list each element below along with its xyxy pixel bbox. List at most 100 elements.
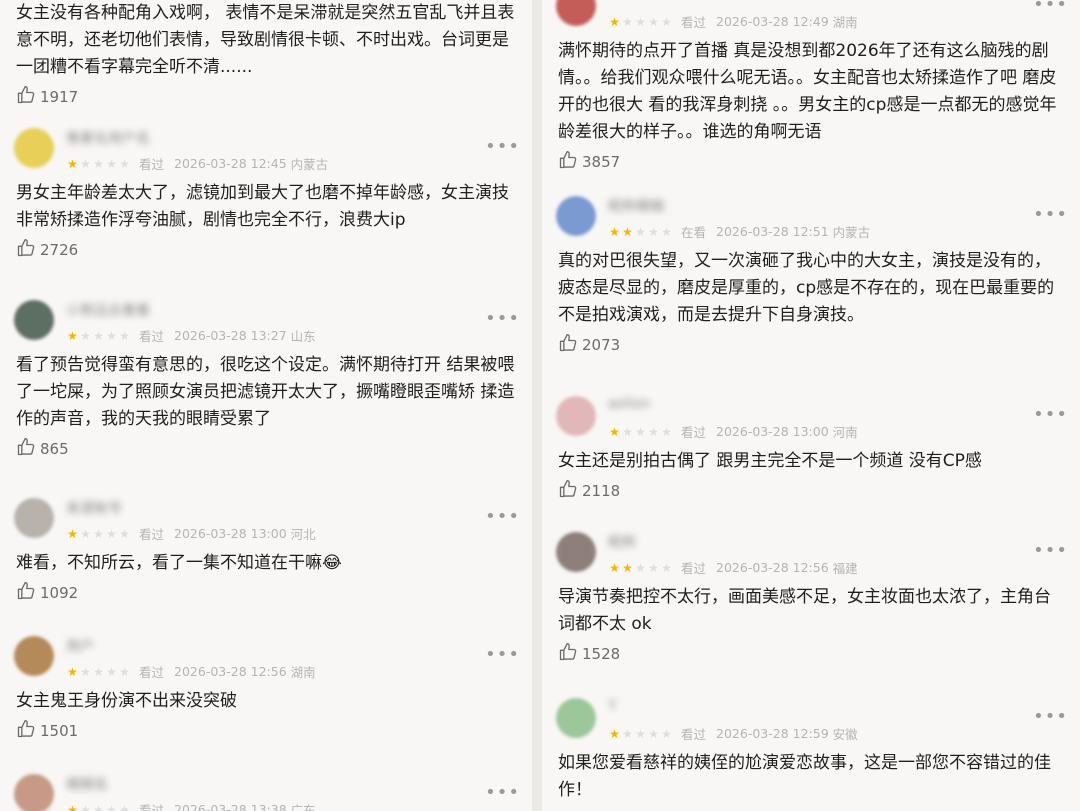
more-dots-icon[interactable]: ••• bbox=[485, 506, 520, 527]
comment-meta: ★ ★ ★ ★ ★ 在看 2026-03-28 12:51 内蒙古 bbox=[608, 222, 870, 241]
like-button[interactable]: 1092 bbox=[16, 581, 78, 605]
star-icon: ★ bbox=[119, 328, 130, 343]
more-dots-icon[interactable]: ••• bbox=[485, 136, 520, 157]
username[interactable]: Y bbox=[608, 698, 617, 714]
comment-item: 模糊名 ★ ★ ★ ★ ★ 看过 2026-03-28 13:38 广东 ••• bbox=[0, 766, 532, 811]
comment-header: 模糊名 ★ ★ ★ ★ ★ 看过 2026-03-28 13:38 广东 ••• bbox=[0, 766, 532, 811]
rating-stars: ★ ★ ★ ★ ★ bbox=[66, 804, 131, 811]
like-button[interactable]: 2118 bbox=[558, 479, 620, 503]
username[interactable]: 来源账号 bbox=[66, 498, 122, 518]
star-icon: ★ bbox=[635, 560, 646, 575]
watch-status: 看过 bbox=[681, 425, 707, 440]
thumbs-up-icon bbox=[558, 333, 582, 357]
star-icon: ★ bbox=[661, 14, 672, 29]
watch-status: 看过 bbox=[681, 15, 707, 30]
star-icon: ★ bbox=[609, 424, 620, 439]
comment-item: 女主没有各种配角入戏啊， 表情不是呆滞就是突然五官乱飞并且表意不明，还老切他们表… bbox=[0, 0, 532, 109]
avatar[interactable] bbox=[556, 0, 596, 26]
more-dots-icon[interactable]: ••• bbox=[485, 644, 520, 665]
rating-stars: ★ ★ ★ ★ ★ bbox=[608, 226, 673, 238]
username[interactable]: 小熊远去看看 bbox=[66, 300, 150, 320]
timestamp: 2026-03-28 12:59 bbox=[716, 726, 829, 741]
comment-header: ★ ★ ★ ★ ★ 看过 2026-03-28 12:49 湖南 ••• bbox=[542, 0, 1080, 38]
rating-stars: ★ ★ ★ ★ ★ bbox=[66, 158, 131, 170]
like-count: 1501 bbox=[40, 722, 79, 740]
comment-meta: ★ ★ ★ ★ ★ 看过 2026-03-28 12:56 湖南 bbox=[66, 662, 316, 681]
comment-item: 用户 ★ ★ ★ ★ ★ 看过 2026-03-28 12:56 湖南 ••• 女主鬼王身份演不出来… bbox=[0, 628, 532, 743]
like-count: 865 bbox=[40, 440, 69, 458]
more-dots-icon[interactable]: ••• bbox=[1033, 706, 1068, 727]
star-icon: ★ bbox=[119, 526, 130, 541]
comment-header: 小熊远去看看 ★ ★ ★ ★ ★ 看过 2026-03-28 13:27 山东 ••• bbox=[0, 292, 532, 352]
avatar[interactable] bbox=[556, 196, 596, 236]
star-icon: ★ bbox=[622, 726, 633, 741]
like-button[interactable]: 1528 bbox=[558, 642, 620, 666]
username[interactable]: aolion bbox=[608, 396, 650, 412]
avatar[interactable] bbox=[556, 698, 596, 738]
comment-column-right: ★ ★ ★ ★ ★ 看过 2026-03-28 12:49 湖南 ••• 满怀期待的点开了首播 真… bbox=[542, 0, 1080, 811]
star-icon: ★ bbox=[648, 424, 659, 439]
more-dots-icon[interactable]: ••• bbox=[485, 308, 520, 329]
star-icon: ★ bbox=[106, 328, 117, 343]
username[interactable]: 模糊名 bbox=[66, 774, 108, 794]
comment-column-left: 女主没有各种配角入戏啊， 表情不是呆滞就是突然五官乱飞并且表意不明，还老切他们表… bbox=[0, 0, 532, 811]
like-button[interactable]: 2073 bbox=[558, 333, 620, 357]
location: 广东 bbox=[290, 803, 316, 811]
like-button[interactable]: 865 bbox=[16, 437, 69, 461]
location: 福建 bbox=[832, 561, 858, 576]
avatar[interactable] bbox=[14, 498, 54, 538]
star-icon: ★ bbox=[635, 224, 646, 239]
avatar[interactable] bbox=[14, 774, 54, 811]
star-icon: ★ bbox=[609, 560, 620, 575]
username[interactable]: 用户 bbox=[66, 636, 94, 656]
watch-status: 看过 bbox=[139, 527, 165, 542]
star-icon: ★ bbox=[119, 802, 130, 811]
star-icon: ★ bbox=[635, 424, 646, 439]
comment-header: Y ★ ★ ★ ★ ★ 看过 2026-03-28 12:59 安徽 ••• bbox=[542, 690, 1080, 750]
more-dots-icon[interactable]: ••• bbox=[1033, 0, 1068, 15]
avatar[interactable] bbox=[14, 128, 54, 168]
more-dots-icon[interactable]: ••• bbox=[1033, 540, 1068, 561]
star-icon: ★ bbox=[93, 156, 104, 171]
username[interactable]: 像素化用户名 bbox=[66, 128, 150, 148]
comment-meta: ★ ★ ★ ★ ★ 看过 2026-03-28 13:00 河南 bbox=[608, 422, 858, 441]
comment-item: ★ ★ ★ ★ ★ 看过 2026-03-28 12:49 湖南 ••• 满怀期待的点开了首播 真… bbox=[542, 0, 1080, 174]
star-icon: ★ bbox=[622, 224, 633, 239]
more-dots-icon[interactable]: ••• bbox=[485, 782, 520, 803]
watch-status: 看过 bbox=[139, 665, 165, 680]
more-dots-icon[interactable]: ••• bbox=[1033, 204, 1068, 225]
rating-stars: ★ ★ ★ ★ ★ bbox=[608, 426, 673, 438]
like-button[interactable]: 1917 bbox=[16, 85, 78, 109]
column-divider bbox=[532, 0, 542, 811]
like-button[interactable]: 1501 bbox=[16, 719, 78, 743]
star-icon: ★ bbox=[67, 802, 78, 811]
location: 内蒙古 bbox=[290, 157, 329, 172]
like-button[interactable]: 2726 bbox=[16, 238, 78, 262]
star-icon: ★ bbox=[119, 156, 130, 171]
more-dots-icon[interactable]: ••• bbox=[1033, 404, 1068, 425]
location: 河南 bbox=[832, 425, 858, 440]
location: 山东 bbox=[290, 329, 316, 344]
comment-meta: ★ ★ ★ ★ ★ 看过 2026-03-28 13:38 广东 bbox=[66, 800, 316, 811]
star-icon: ★ bbox=[67, 526, 78, 541]
comment-text: 女主还是别拍古偶了 跟男主完全不是一个频道 没有CP感 bbox=[558, 451, 982, 471]
avatar[interactable] bbox=[556, 532, 596, 572]
star-icon: ★ bbox=[661, 224, 672, 239]
comment-header: 来源账号 ★ ★ ★ ★ ★ 看过 2026-03-28 13:00 河北 ••• bbox=[0, 490, 532, 550]
avatar[interactable] bbox=[556, 396, 596, 436]
comment-text: 满怀期待的点开了首播 真是没想到都2026年了还有这么脑残的剧情。。给我们观众喂… bbox=[558, 41, 1057, 142]
comment-text: 男女主年龄差太大了，滤镜加到最大了也磨不掉年龄感，女主演技非常矫揉造作浮夸油腻，… bbox=[16, 183, 509, 230]
comment-meta: ★ ★ ★ ★ ★ 看过 2026-03-28 12:56 福建 bbox=[608, 558, 858, 577]
comment-item: 来源账号 ★ ★ ★ ★ ★ 看过 2026-03-28 13:00 河北 ••• 难看，不知所云，… bbox=[0, 490, 532, 605]
avatar[interactable] bbox=[14, 636, 54, 676]
rating-stars: ★ ★ ★ ★ ★ bbox=[66, 330, 131, 342]
username[interactable]: 昵称模糊 bbox=[608, 196, 664, 216]
comment-text: 看了预告觉得蛮有意思的，很吃这个设定。满怀期待打开 结果被喂了一坨屎，为了照顾女… bbox=[16, 355, 515, 429]
like-button[interactable]: 3857 bbox=[558, 150, 620, 174]
star-icon: ★ bbox=[106, 802, 117, 811]
username[interactable]: 昵称 bbox=[608, 532, 636, 552]
avatar[interactable] bbox=[14, 300, 54, 340]
comment-text: 真的对巴很失望，又一次演砸了我心中的大女主，演技是没有的，疲态是尽显的，磨皮是厚… bbox=[558, 251, 1055, 325]
comment-header: 昵称模糊 ★ ★ ★ ★ ★ 在看 2026-03-28 12:51 内蒙古 ••• bbox=[542, 188, 1080, 248]
location: 内蒙古 bbox=[832, 225, 871, 240]
